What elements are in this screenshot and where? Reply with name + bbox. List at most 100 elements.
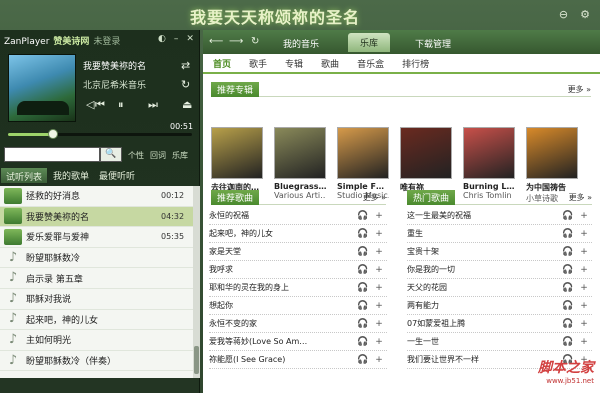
song-title[interactable]: 重生 xyxy=(407,228,560,239)
song-title[interactable]: 永恒不变的家 xyxy=(209,318,355,329)
song-title[interactable]: 我呼求 xyxy=(209,264,355,275)
song-row[interactable]: 07如蒙爱祖上腾 🎧 + xyxy=(407,315,592,333)
song-row[interactable]: 耶和华的灵在我的身上 🎧 + xyxy=(209,279,387,297)
listen-icon[interactable]: 🎧 xyxy=(560,283,576,293)
playlist-row[interactable]: 我要赞美祢的名 04:32 xyxy=(0,206,193,228)
album-title[interactable]: Burning L… xyxy=(463,182,515,191)
listen-icon[interactable]: 🎧 xyxy=(560,229,576,239)
song-row[interactable]: 重生 🎧 + xyxy=(407,225,592,243)
add-icon[interactable]: + xyxy=(576,265,592,275)
pause-icon[interactable]: ⏸ xyxy=(118,98,124,112)
song-row[interactable]: 宝贵十架 🎧 + xyxy=(407,243,592,261)
album-cover-image[interactable] xyxy=(211,127,263,179)
search-input[interactable] xyxy=(4,147,100,162)
add-icon[interactable]: + xyxy=(371,229,387,239)
add-icon[interactable]: + xyxy=(576,283,592,293)
listen-icon[interactable]: 🎧 xyxy=(560,337,576,347)
song-row[interactable]: 我呼求 🎧 + xyxy=(209,261,387,279)
song-row[interactable]: 想起你 🎧 + xyxy=(209,297,387,315)
tab-my-songlist[interactable]: 我的歌单 xyxy=(48,167,94,184)
add-icon[interactable]: + xyxy=(371,355,387,365)
subtab-albums[interactable]: 专辑 xyxy=(285,57,303,70)
song-title[interactable]: 想起你 xyxy=(209,300,355,311)
forward-icon[interactable]: ⟶ xyxy=(229,36,243,47)
song-title[interactable]: 耶和华的灵在我的身上 xyxy=(209,282,355,293)
song-row[interactable]: 起来吧，神的儿女 🎧 + xyxy=(209,225,387,243)
listen-icon[interactable]: 🎧 xyxy=(560,319,576,329)
song-title[interactable]: 起来吧，神的儿女 xyxy=(209,228,355,239)
playlist-row[interactable]: ♪ 耶稣对我说 xyxy=(0,289,193,310)
song-row[interactable]: 天父的花园 🎧 + xyxy=(407,279,592,297)
album-cover-image[interactable] xyxy=(400,127,452,179)
song-title[interactable]: 这一生最美的祝福 xyxy=(407,210,560,221)
add-icon[interactable]: + xyxy=(576,247,592,257)
song-row[interactable]: 这一生最美的祝福 🎧 + xyxy=(407,207,592,225)
subtab-musicbox[interactable]: 音乐盒 xyxy=(357,57,384,70)
subtab-home[interactable]: 首页 xyxy=(213,57,231,70)
add-icon[interactable]: + xyxy=(371,337,387,347)
playlist-row[interactable]: ♪ 主如何明光 xyxy=(0,330,193,351)
add-icon[interactable]: + xyxy=(576,211,592,221)
listen-icon[interactable]: 🎧 xyxy=(355,301,371,311)
add-icon[interactable]: + xyxy=(371,247,387,257)
song-title[interactable]: 宝贵十架 xyxy=(407,246,560,257)
minimize-window-icon[interactable]: – xyxy=(174,34,179,44)
song-row[interactable]: 爱我等蒋妙(Love So Am… 🎧 + xyxy=(209,333,387,351)
search-button[interactable]: 🔍 xyxy=(100,147,122,162)
song-title[interactable]: 永恒的祝福 xyxy=(209,210,355,221)
song-title[interactable]: 一生一世 xyxy=(407,336,560,347)
albums-more-link[interactable]: 更多 » xyxy=(568,84,591,95)
playlist-row[interactable]: ♪ 起来吧，神的儿女 xyxy=(0,310,193,331)
add-icon[interactable]: + xyxy=(371,265,387,275)
song-title[interactable]: 两有能力 xyxy=(407,300,560,311)
playlist-row[interactable]: 爱乐爱罪与爱神 05:35 xyxy=(0,227,193,248)
scrollbar-thumb[interactable] xyxy=(194,346,199,374)
song-row[interactable]: 你是我的一切 🎧 + xyxy=(407,261,592,279)
listen-icon[interactable]: 🎧 xyxy=(355,355,371,365)
listen-icon[interactable]: 🎧 xyxy=(560,301,576,311)
song-row[interactable]: 两有能力 🎧 + xyxy=(407,297,592,315)
playlist-row[interactable]: ♪ 盼望耶稣数冷（伴奏） xyxy=(0,351,193,372)
listen-icon[interactable]: 🎧 xyxy=(355,337,371,347)
listen-icon[interactable]: 🎧 xyxy=(355,247,371,257)
album-cover-image[interactable] xyxy=(526,127,578,179)
album-title[interactable]: Bluegrass… xyxy=(274,182,326,191)
album-cover-image[interactable] xyxy=(337,127,389,179)
listen-icon[interactable]: 🎧 xyxy=(355,229,371,239)
loop-icon[interactable]: ↻ xyxy=(181,78,190,91)
add-icon[interactable]: + xyxy=(576,301,592,311)
subtab-songs[interactable]: 歌曲 xyxy=(321,57,339,70)
song-title[interactable]: 祢能愿(I See Grace) xyxy=(209,354,355,365)
tab-downloads[interactable]: 下载管理 xyxy=(415,37,451,50)
song-row[interactable]: 家是天堂 🎧 + xyxy=(209,243,387,261)
prev-icon[interactable]: ⏮ xyxy=(95,98,105,112)
add-icon[interactable]: + xyxy=(576,337,592,347)
back-icon[interactable]: ⟵ xyxy=(209,36,223,47)
song-title[interactable]: 你是我的一切 xyxy=(407,264,560,275)
song-row[interactable]: 一生一世 🎧 + xyxy=(407,333,592,351)
close-icon[interactable]: ✕ xyxy=(186,34,194,44)
album-cover-image[interactable] xyxy=(274,127,326,179)
playlist-row[interactable]: ♪ 盼望耶稣数冷 xyxy=(0,248,193,269)
progress-knob[interactable] xyxy=(48,129,58,139)
add-icon[interactable]: + xyxy=(576,229,592,239)
rec-songs-more-link[interactable]: 更多 » xyxy=(363,192,386,203)
eject-icon[interactable]: ⏏ xyxy=(182,98,192,111)
song-row[interactable]: 永恒的祝福 🎧 + xyxy=(209,207,387,225)
listen-icon[interactable]: 🎧 xyxy=(560,247,576,257)
playlist-scrollbar[interactable] xyxy=(193,186,200,378)
shuffle-icon[interactable]: ⇄ xyxy=(181,59,190,72)
tab-trial-list[interactable]: 试听列表 xyxy=(0,167,49,184)
progress-bar[interactable] xyxy=(8,129,192,139)
tab-library[interactable]: 乐库 xyxy=(348,33,391,52)
link-personal[interactable]: 个性 xyxy=(128,150,144,161)
tab-random[interactable]: 最便听听 xyxy=(94,167,140,184)
skin-icon[interactable]: ◐ xyxy=(158,34,166,44)
add-icon[interactable]: + xyxy=(371,301,387,311)
playlist-row[interactable]: ♪ 启示录 第五章 xyxy=(0,268,193,289)
song-title[interactable]: 07如蒙爱祖上腾 xyxy=(407,318,560,329)
song-title[interactable]: 爱我等蒋妙(Love So Am… xyxy=(209,336,355,347)
minimize-icon[interactable]: ⊖ xyxy=(559,8,568,21)
add-icon[interactable]: + xyxy=(371,319,387,329)
settings-icon[interactable]: ⚙ xyxy=(580,8,590,21)
